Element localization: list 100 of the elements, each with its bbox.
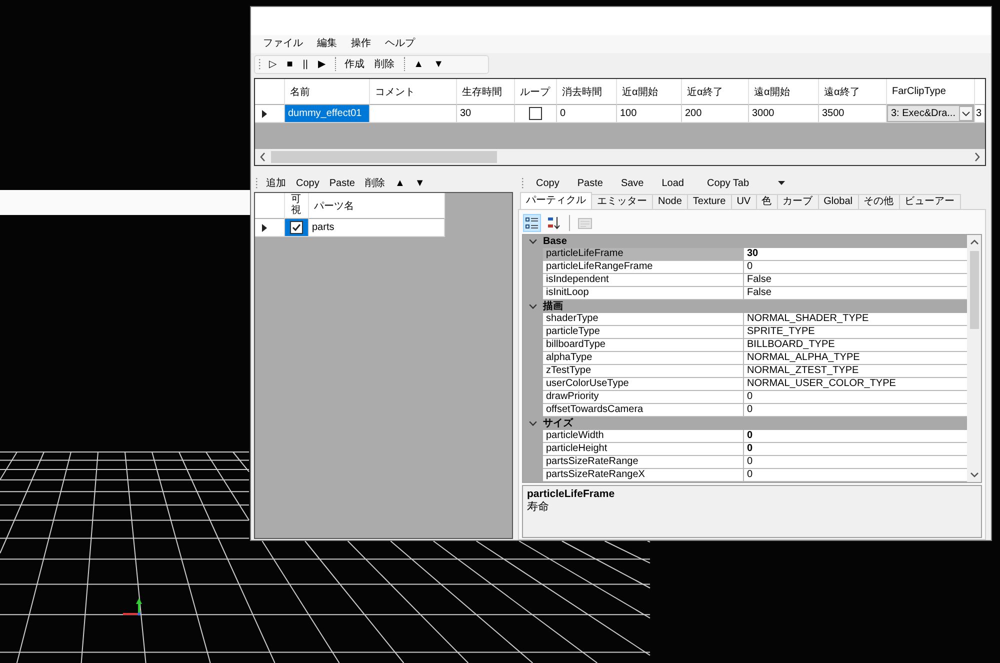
toolbar-button[interactable]: Paste [324, 174, 360, 192]
column-header[interactable]: 名前 [285, 79, 370, 105]
property-value[interactable]: NORMAL_SHADER_TYPE [744, 313, 967, 326]
property-name: isIndependent [543, 274, 744, 287]
dropdown[interactable]: Copy Tab [700, 174, 789, 192]
grip-icon[interactable] [258, 58, 261, 70]
toolbar-button[interactable]: ▲ [408, 56, 429, 72]
toolbar-button[interactable]: Load [652, 174, 693, 192]
column-header[interactable]: パーツ名 [309, 193, 445, 219]
property-name: alphaType [543, 352, 744, 365]
column-header[interactable]: FarClipType [887, 79, 975, 105]
chevron-down-icon[interactable] [529, 304, 537, 309]
toolbar-button[interactable]: 削除 [370, 56, 400, 72]
dropdown[interactable]: 3: Exec&Dra... [887, 105, 974, 122]
property-name: shaderType [543, 313, 744, 326]
checkbox[interactable] [529, 107, 542, 120]
toolbar-button[interactable]: Copy [291, 174, 324, 192]
categorized-view-icon[interactable] [523, 214, 541, 232]
toolbar-button[interactable]: Paste [568, 174, 612, 192]
toolbar-button[interactable]: 削除 [360, 174, 390, 192]
category-label: サイズ [543, 417, 573, 430]
toolbar-button[interactable]: Save [612, 174, 653, 192]
property-name: userColorUseType [543, 378, 744, 391]
column-header[interactable]: 可視 [285, 193, 309, 219]
row-header[interactable] [255, 105, 285, 123]
toolbar-button[interactable]: ▷ [264, 56, 282, 72]
table-cell: 30 [457, 105, 515, 123]
table-cell: 3 [975, 105, 985, 123]
tab[interactable]: ビューアー [898, 194, 961, 209]
toolbar-button[interactable]: ▼ [410, 174, 430, 192]
property-value[interactable]: NORMAL_ZTEST_TYPE [744, 365, 967, 378]
column-header[interactable]: 近α終了 [682, 79, 749, 105]
property-value[interactable]: False [744, 274, 967, 287]
property-value[interactable]: NORMAL_ALPHA_TYPE [744, 352, 967, 365]
chevron-down-icon[interactable] [529, 239, 537, 244]
description-title: particleLifeFrame [527, 488, 615, 501]
property-name: particleWidth [543, 430, 744, 443]
menu-item[interactable]: ヘルプ [378, 36, 422, 52]
sort-icon[interactable] [545, 214, 563, 232]
property-value[interactable]: False [744, 287, 967, 300]
description-text: 寿命 [527, 501, 549, 514]
toolbar-button[interactable]: 追加 [261, 174, 291, 192]
column-header[interactable]: コメント [370, 79, 457, 105]
property-value[interactable]: 0 [744, 261, 967, 274]
category-label: 描画 [543, 300, 563, 313]
scrollbar-thumb[interactable] [271, 151, 497, 163]
property-name: partsSizeRateRange [543, 456, 744, 469]
checkbox[interactable] [290, 221, 303, 234]
table-cell: 0 [557, 105, 617, 123]
property-name: particleLifeFrame [543, 248, 744, 261]
table-cell: 3500 [819, 105, 887, 123]
property-value[interactable]: 30 [744, 248, 967, 261]
property-name: offsetTowardsCamera [543, 404, 744, 417]
toolbar-button[interactable]: ▲ [390, 174, 410, 192]
toolbar-button[interactable]: ▼ [428, 56, 448, 72]
tab[interactable]: パーティクル [520, 192, 592, 209]
table-cell: 200 [682, 105, 749, 123]
property-value[interactable]: 0 [744, 443, 967, 456]
chevron-down-icon[interactable] [970, 472, 978, 478]
property-value[interactable]: 0 [744, 404, 967, 417]
property-name: isInitLoop [543, 287, 744, 300]
grip-icon[interactable] [521, 176, 524, 190]
chevron-right-icon[interactable] [973, 152, 981, 162]
toolbar-button[interactable]: 作成 [340, 56, 370, 72]
tab[interactable]: その他 [858, 194, 900, 209]
property-name: zTestType [543, 365, 744, 378]
toolbar-button[interactable]: Copy [527, 174, 568, 192]
property-value[interactable]: 0 [744, 391, 967, 404]
property-value[interactable]: 0 [744, 469, 967, 482]
property-name: partsSizeRateRangeX [543, 469, 744, 482]
caret-down-icon [778, 181, 785, 185]
chevron-left-icon[interactable] [259, 152, 267, 162]
property-value[interactable]: SPRITE_TYPE [744, 326, 967, 339]
menu-item[interactable]: ファイル [256, 36, 310, 52]
property-value[interactable]: BILLBOARD_TYPE [744, 339, 967, 352]
column-header[interactable]: 遠α開始 [749, 79, 819, 105]
table-cell: parts [309, 219, 445, 237]
toolbar-button[interactable]: ▶ [312, 56, 331, 72]
property-name: drawPriority [543, 391, 744, 404]
menu-item[interactable]: 操作 [344, 36, 378, 52]
chevron-down-icon[interactable] [529, 421, 537, 426]
category-label: Base [543, 235, 567, 248]
column-header[interactable]: 近α開始 [617, 79, 682, 105]
property-name: particleType [543, 326, 744, 339]
scrollbar-thumb[interactable] [970, 251, 978, 329]
property-value[interactable]: 0 [744, 456, 967, 469]
property-value[interactable]: NORMAL_USER_COLOR_TYPE [744, 378, 967, 391]
column-header[interactable]: ループ [515, 79, 557, 105]
toolbar-button[interactable]: || [298, 56, 313, 72]
toolbar-button[interactable]: ■ [282, 56, 298, 72]
property-value[interactable]: 0 [744, 430, 967, 443]
table-cell: 100 [617, 105, 682, 123]
table-cell: dummy_effect01 [285, 105, 370, 123]
column-header[interactable]: 生存時間 [457, 79, 515, 105]
menu-item[interactable]: 編集 [310, 36, 344, 52]
column-header[interactable]: 消去時間 [557, 79, 617, 105]
chevron-up-icon[interactable] [970, 239, 978, 245]
row-header[interactable] [255, 219, 285, 237]
grip-icon[interactable] [255, 176, 258, 190]
column-header[interactable]: 遠α終了 [819, 79, 887, 105]
